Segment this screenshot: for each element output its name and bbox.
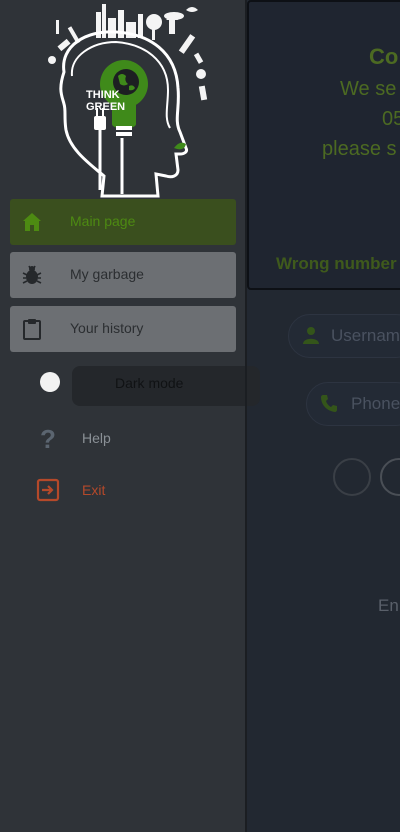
logo-text-think: THINK <box>86 89 120 101</box>
dark-mode-knob[interactable] <box>40 372 60 392</box>
think-green-logo: THINK GREEN <box>48 4 208 198</box>
drawer-edge <box>245 0 247 832</box>
bug-icon <box>22 265 42 284</box>
exit-label: Exit <box>82 482 106 498</box>
option-circle-1[interactable] <box>333 458 371 496</box>
dark-mode-label: Dark mode <box>115 375 184 391</box>
home-icon <box>23 213 41 231</box>
phone-input[interactable]: Phone <box>306 382 400 426</box>
exit-icon <box>36 478 60 502</box>
option-circle-2[interactable] <box>380 458 400 496</box>
enter-button-label[interactable]: En <box>378 596 399 616</box>
navigation-drawer: THINK GREEN Main page My garbage Your hi… <box>0 0 260 832</box>
menu-item-your-history[interactable]: Your history <box>10 306 236 352</box>
menu-item-label: My garbage <box>70 266 144 282</box>
menu-item-my-garbage[interactable]: My garbage <box>10 252 236 298</box>
verification-line-3: please s <box>322 138 397 160</box>
wrong-number-link[interactable]: Wrong number <box>276 254 397 274</box>
svg-text:?: ? <box>40 424 56 452</box>
dark-mode-toggle[interactable]: Dark mode <box>36 362 260 406</box>
phone-icon <box>321 395 337 412</box>
username-input[interactable]: Usernam <box>288 314 400 358</box>
menu-item-label: Your history <box>70 320 144 336</box>
question-icon: ? <box>40 424 56 452</box>
verification-line-1: We se <box>340 78 397 100</box>
verification-line-2: 05 <box>382 108 400 130</box>
clipboard-icon <box>23 319 41 340</box>
help-label: Help <box>82 430 111 446</box>
user-icon <box>303 327 319 344</box>
menu-item-label: Main page <box>70 213 136 229</box>
menu-item-main-page[interactable]: Main page <box>10 199 236 245</box>
verification-title: Co <box>369 44 399 69</box>
logo-text-green: GREEN <box>86 101 125 113</box>
